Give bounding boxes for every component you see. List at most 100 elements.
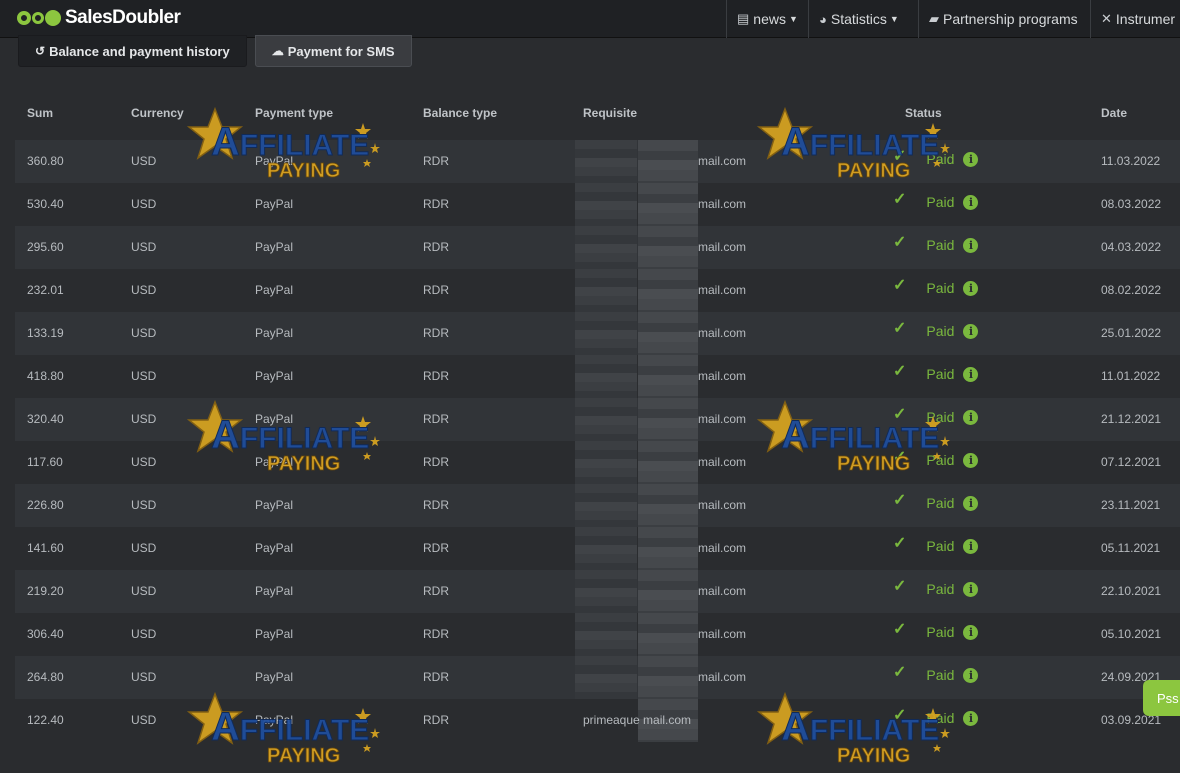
requisite-redacted (575, 527, 637, 570)
pie-chart-icon: ◕ (819, 11, 827, 27)
table-row: 418.80 USD PayPal RDR mail.com ✓ Paid i 11.01.20… (15, 355, 1180, 398)
watermark-text: PAYING (837, 745, 910, 767)
nav-statistics[interactable]: ◕ Statistics ▼ (808, 0, 918, 38)
requisite-redacted (575, 398, 637, 441)
info-icon[interactable]: i (963, 237, 979, 253)
info-icon[interactable]: i (963, 581, 979, 597)
newspaper-icon: ▤ (737, 11, 750, 26)
table-row: 232.01 USD PayPal RDR mail.com ✓ Paid i 08.02.20… (15, 269, 1180, 312)
check-icon: ✓ (893, 707, 907, 724)
nav-news-label: news (753, 11, 786, 27)
cell-currency: USD (131, 197, 157, 211)
requisite-redacted (638, 613, 698, 656)
check-icon: ✓ (893, 320, 907, 337)
cell-date: 11.01.2022 (1101, 369, 1161, 383)
cell-status: ✓ Paid i (893, 191, 979, 210)
cell-date: 05.10.2021 (1101, 627, 1162, 641)
cell-currency: USD (131, 584, 157, 598)
cell-sum: 320.40 (27, 412, 64, 426)
cell-requisite: mail.com (698, 541, 747, 555)
cell-sum: 418.80 (27, 369, 64, 383)
nav-statistics-label: Statistics (830, 11, 887, 27)
info-icon[interactable]: i (963, 710, 979, 726)
header-status[interactable]: Status (905, 106, 942, 120)
table-row: 219.20 USD PayPal RDR mail.com ✓ Paid i 22.10.20… (15, 570, 1180, 613)
header-date[interactable]: Date (1101, 106, 1127, 120)
status-label: Paid (926, 667, 955, 683)
requisite-redacted (575, 312, 637, 355)
cell-date: 22.10.2021 (1101, 584, 1162, 598)
check-icon: ✓ (893, 406, 907, 423)
info-icon[interactable]: i (963, 323, 979, 339)
cell-currency: USD (131, 154, 157, 168)
tab-payment-for-sms[interactable]: ☁ Payment for SMS (254, 35, 412, 67)
requisite-redacted (638, 527, 698, 570)
requisite-redacted (638, 441, 698, 484)
table-body: 360.80 USD PayPal RDR mail.com ✓ Paid i 11.03.20… (15, 140, 1180, 742)
cell-balance-type: RDR (423, 713, 449, 727)
cell-status: ✓ Paid i (893, 621, 979, 640)
nav-news[interactable]: ▤ news ▼ (726, 0, 808, 38)
cell-currency: USD (131, 369, 157, 383)
table-row: 320.40 USD PayPal RDR mail.com ✓ Paid i 21.12.20… (15, 398, 1180, 441)
requisite-redacted (638, 183, 698, 226)
tab-balance-payment-history[interactable]: ↺ Balance and payment history (18, 35, 247, 67)
cell-requisite: mail.com (698, 498, 747, 512)
cell-status: ✓ Paid i (893, 449, 979, 468)
nav-partnership-programs[interactable]: ▰ Partnership programs (918, 0, 1090, 38)
cell-payment-type: PayPal (255, 670, 294, 684)
cell-requisite: mail.com (698, 627, 747, 641)
cell-payment-type: PayPal (255, 326, 294, 340)
status-label: Paid (926, 495, 955, 511)
info-icon[interactable]: i (963, 366, 979, 382)
cell-balance-type: RDR (423, 197, 449, 211)
info-icon[interactable]: i (963, 194, 979, 210)
cell-payment-type: PayPal (255, 240, 294, 254)
requisite-redacted (575, 570, 637, 613)
check-icon: ✓ (893, 535, 907, 552)
requisite-redacted (638, 656, 698, 699)
cell-requisite: mail.com (698, 670, 747, 684)
cell-currency: USD (131, 670, 157, 684)
info-icon[interactable]: i (963, 280, 979, 296)
cell-sum: 226.80 (27, 498, 64, 512)
salesdoubler-logo[interactable]: SalesDoubler (17, 6, 181, 30)
cell-payment-type: PayPal (255, 713, 294, 727)
header-balance-type[interactable]: Balance type (423, 106, 497, 120)
status-label: Paid (926, 366, 955, 382)
info-icon[interactable]: i (963, 624, 979, 640)
logo-icon (17, 10, 61, 26)
header-payment-type[interactable]: Payment type (255, 106, 333, 120)
info-icon[interactable]: i (963, 409, 979, 425)
cell-currency: USD (131, 541, 157, 555)
info-icon[interactable]: i (963, 452, 979, 468)
table-row: 122.40 USD PayPal RDR primeaque mail.com ✓ Pai… (15, 699, 1180, 742)
watermark-text: PAYING (267, 745, 340, 767)
info-icon[interactable]: i (963, 495, 979, 511)
cell-date: 04.03.2022 (1101, 240, 1162, 254)
cell-requisite: mail.com (698, 455, 747, 469)
requisite-redacted (575, 140, 637, 183)
chat-button[interactable]: Pss (1143, 680, 1180, 716)
cell-sum: 141.60 (27, 541, 64, 555)
cell-balance-type: RDR (423, 154, 449, 168)
cell-sum: 219.20 (27, 584, 64, 598)
cell-requisite: mail.com (698, 283, 747, 297)
table-row: 295.60 USD PayPal RDR mail.com ✓ Paid i 04.03.20… (15, 226, 1180, 269)
cell-sum: 122.40 (27, 713, 64, 727)
cell-sum: 117.60 (27, 455, 63, 469)
nav-instruments[interactable]: ✕ Instrumer (1090, 0, 1180, 38)
cell-requisite: mail.com (698, 584, 747, 598)
cell-currency: USD (131, 326, 157, 340)
header-currency[interactable]: Currency (131, 106, 184, 120)
table-row: 306.40 USD PayPal RDR mail.com ✓ Paid i 05.10.20… (15, 613, 1180, 656)
info-icon[interactable]: i (963, 538, 979, 554)
info-icon[interactable]: i (963, 151, 979, 167)
cell-status: ✓ Paid i (893, 535, 979, 554)
info-icon[interactable]: i (963, 667, 979, 683)
cell-status: ✓ Paid i (893, 406, 979, 425)
header-sum[interactable]: Sum (27, 106, 53, 120)
requisite-redacted (575, 441, 637, 484)
check-icon: ✓ (893, 148, 907, 165)
header-requisite[interactable]: Requisite (583, 106, 637, 120)
